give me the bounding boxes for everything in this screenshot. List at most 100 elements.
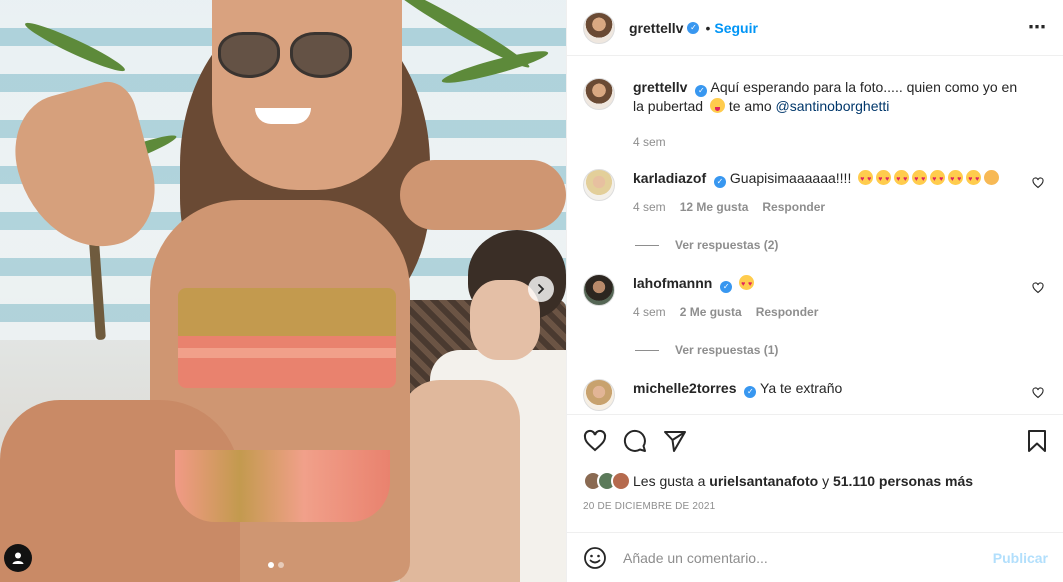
post-side-panel: grettellv ✓ • Seguir ⋯ grettellv ✓ Aquí … bbox=[566, 0, 1063, 582]
post-actions: Les gusta a urielsantanafoto y 51.110 pe… bbox=[567, 414, 1063, 517]
avatar[interactable] bbox=[583, 169, 615, 201]
comment-time[interactable]: 4 sem bbox=[633, 303, 666, 321]
heart-eyes-emoji-icon bbox=[858, 170, 874, 189]
like-button[interactable] bbox=[583, 429, 607, 453]
caption-meta: 4 sem bbox=[633, 133, 1018, 151]
comments-list[interactable]: grettellv ✓ Aquí esperando para la foto.… bbox=[567, 56, 1063, 414]
avatar[interactable] bbox=[583, 11, 615, 44]
like-comment-heart-icon[interactable] bbox=[1032, 177, 1044, 189]
carousel-next-button[interactable] bbox=[528, 276, 554, 302]
user-icon bbox=[12, 552, 24, 564]
comment-author[interactable]: michelle2torres bbox=[633, 380, 737, 396]
comment-meta: 4 sem 2 Me gusta Responder bbox=[633, 303, 1018, 321]
view-replies-label: Ver respuestas (2) bbox=[675, 238, 779, 252]
bookmark-icon bbox=[1028, 430, 1046, 452]
comment-content: Ya te extraño bbox=[760, 380, 843, 396]
comment-time[interactable]: 4 sem bbox=[633, 198, 666, 216]
view-replies-button[interactable]: Ver respuestas (2) bbox=[635, 238, 1048, 252]
comment-input[interactable] bbox=[623, 549, 993, 566]
separator-dot: • bbox=[705, 19, 711, 36]
view-replies-button[interactable]: Ver respuestas (1) bbox=[635, 343, 1048, 357]
heart-eyes-emoji-icon bbox=[912, 170, 928, 189]
comment-likes[interactable]: 2 Me gusta bbox=[680, 303, 742, 321]
publish-button[interactable]: Publicar bbox=[993, 550, 1048, 566]
share-button[interactable] bbox=[663, 429, 687, 453]
carousel-dot bbox=[278, 562, 284, 568]
grinning-emoji-icon bbox=[984, 170, 1000, 185]
reply-button[interactable]: Responder bbox=[756, 303, 819, 321]
comment-item: michelle2torres ✓ Ya te extraño bbox=[583, 379, 1048, 411]
likes-count-button[interactable]: 51.110 personas más bbox=[833, 473, 973, 489]
like-comment-heart-icon[interactable] bbox=[1032, 282, 1044, 294]
caption-text-part: te amo bbox=[728, 98, 772, 114]
avatar[interactable] bbox=[583, 379, 615, 411]
tagged-users-button[interactable] bbox=[4, 544, 32, 572]
comment-bubble-icon bbox=[623, 429, 646, 452]
comment-text: michelle2torres ✓ Ya te extraño bbox=[633, 379, 1018, 398]
comment-content: Guapisimaaaaaa!!!! bbox=[729, 170, 852, 186]
replies-line bbox=[635, 349, 659, 351]
comment-author[interactable]: lahofmannn bbox=[633, 275, 712, 291]
likes-connector: y bbox=[822, 473, 830, 489]
liker-avatars bbox=[583, 471, 631, 491]
follow-button[interactable]: Seguir bbox=[714, 20, 758, 36]
ellipsis-icon[interactable]: ⋯ bbox=[1028, 17, 1047, 38]
verified-badge-icon: ✓ bbox=[695, 85, 708, 97]
likes-summary: Les gusta a urielsantanafoto y 51.110 pe… bbox=[583, 467, 1048, 495]
caption-body: grettellv ✓ Aquí esperando para la foto.… bbox=[633, 78, 1048, 151]
liker-username[interactable]: urielsantanafoto bbox=[709, 473, 818, 489]
heart-eyes-emoji-icon bbox=[876, 170, 892, 189]
winking-tongue-emoji-icon bbox=[709, 98, 725, 113]
bikini-bottom bbox=[175, 450, 390, 522]
avatar[interactable] bbox=[583, 78, 615, 110]
verified-badge-icon: ✓ bbox=[720, 281, 733, 293]
bikini-top bbox=[178, 288, 396, 388]
sunglasses-left-lens bbox=[218, 32, 280, 78]
comment-body: karladiazof ✓ Guapisimaaaaaa!!!! 4 sem 1… bbox=[633, 169, 1048, 216]
like-comment-heart-icon[interactable] bbox=[1032, 387, 1044, 399]
comment-text: karladiazof ✓ Guapisimaaaaaa!!!! bbox=[633, 169, 1018, 189]
comment-author[interactable]: karladiazof bbox=[633, 170, 706, 186]
author-username[interactable]: grettellv bbox=[629, 20, 683, 36]
post-date[interactable]: 20 DE DICIEMBRE DE 2021 bbox=[583, 501, 1048, 517]
carousel-indicator bbox=[268, 562, 284, 568]
chevron-right-icon bbox=[538, 284, 545, 294]
comment-item: karladiazof ✓ Guapisimaaaaaa!!!! 4 sem 1… bbox=[583, 169, 1048, 216]
likes-prefix: Les gusta a bbox=[633, 473, 706, 489]
emoji-picker-button[interactable] bbox=[583, 546, 607, 570]
smile bbox=[255, 108, 311, 124]
heart-eyes-emoji-icon bbox=[894, 170, 910, 189]
replies-line bbox=[635, 244, 659, 246]
heart-eyes-emoji-icon bbox=[739, 275, 755, 294]
add-comment-bar: Publicar bbox=[567, 532, 1063, 582]
heart-eyes-emoji-icon bbox=[966, 170, 982, 189]
avatar[interactable] bbox=[611, 471, 631, 491]
comment-likes[interactable]: 12 Me gusta bbox=[680, 198, 749, 216]
heart-eyes-emoji-icon bbox=[930, 170, 946, 189]
caption: grettellv ✓ Aquí esperando para la foto.… bbox=[583, 78, 1048, 151]
comment-body: lahofmannn ✓ 4 sem 2 Me gusta Responder bbox=[633, 274, 1048, 321]
verified-badge-icon: ✓ bbox=[687, 21, 700, 34]
post-photo[interactable] bbox=[0, 0, 566, 582]
caption-mention-link[interactable]: @santinoborghetti bbox=[776, 98, 890, 114]
heart-eyes-emoji-icon bbox=[948, 170, 964, 189]
smiley-icon bbox=[584, 546, 606, 569]
carousel-dot-active bbox=[268, 562, 274, 568]
save-button[interactable] bbox=[1026, 429, 1048, 453]
comment-meta: 4 sem 12 Me gusta Responder bbox=[633, 198, 1018, 216]
reply-button[interactable]: Responder bbox=[762, 198, 825, 216]
caption-author[interactable]: grettellv bbox=[633, 79, 687, 95]
heart-icon bbox=[583, 429, 607, 452]
paper-plane-icon bbox=[664, 431, 686, 452]
woman-face bbox=[212, 0, 402, 190]
action-icons bbox=[583, 415, 1048, 467]
child-arm bbox=[400, 380, 520, 582]
post-header: grettellv ✓ • Seguir ⋯ bbox=[567, 0, 1063, 56]
avatar[interactable] bbox=[583, 274, 615, 306]
comment-button[interactable] bbox=[623, 429, 647, 453]
verified-badge-icon: ✓ bbox=[744, 386, 757, 398]
verified-badge-icon: ✓ bbox=[714, 176, 727, 188]
caption-text: grettellv ✓ Aquí esperando para la foto.… bbox=[633, 78, 1018, 115]
view-replies-label: Ver respuestas (1) bbox=[675, 343, 779, 357]
caption-time[interactable]: 4 sem bbox=[633, 133, 666, 151]
